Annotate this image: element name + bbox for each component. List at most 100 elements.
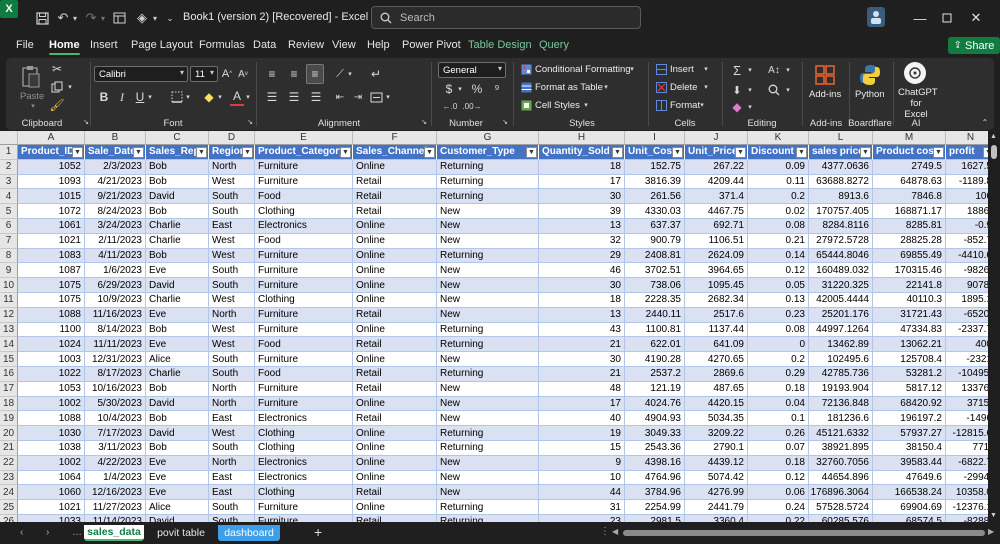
table-cell[interactable]: 1021 <box>18 500 85 515</box>
clipboard-launcher-icon[interactable]: ↘ <box>82 117 90 127</box>
table-cell[interactable]: 48 <box>539 381 625 397</box>
table-cell[interactable]: New <box>437 219 539 234</box>
vertical-scroll-thumb[interactable] <box>991 145 997 159</box>
sheet-tab-povit-table[interactable]: povit table <box>150 525 212 541</box>
delete-cells-button[interactable]: Delete <box>670 82 697 93</box>
tab-power-pivot[interactable]: Power Pivot <box>402 39 461 51</box>
table-cell[interactable]: North <box>209 307 255 323</box>
column-header-c[interactable]: C <box>146 131 209 145</box>
table-cell[interactable]: 31721.43 <box>873 307 946 323</box>
avatar[interactable] <box>867 7 885 27</box>
column-header-n[interactable]: N <box>946 131 988 145</box>
table-cell[interactable]: South <box>209 278 255 293</box>
table-cell[interactable]: 196197.2 <box>873 411 946 427</box>
table-cell[interactable]: 7846.8 <box>873 189 946 205</box>
redo-icon[interactable]: ↷ <box>84 8 98 28</box>
table-cell[interactable]: 2543.36 <box>625 441 685 456</box>
insert-dropdown-icon[interactable]: ▾ <box>702 63 710 75</box>
table-cell[interactable]: -10495. <box>946 367 988 382</box>
table-cell[interactable]: 18 <box>539 293 625 308</box>
table-cell[interactable]: 1083 <box>18 248 85 264</box>
table-cell[interactable]: Furniture <box>255 381 353 397</box>
tab-insert[interactable]: Insert <box>90 39 118 51</box>
table-cell[interactable]: Bob <box>146 204 209 219</box>
table-cell[interactable]: 2790.1 <box>685 441 748 456</box>
table-cell[interactable]: 3049.33 <box>625 426 685 441</box>
table-cell[interactable]: Online <box>353 263 437 279</box>
table-cell[interactable]: -2337.7 <box>946 322 988 338</box>
table-cell[interactable]: North <box>209 381 255 397</box>
table-cell[interactable]: 10 <box>539 470 625 486</box>
row-header[interactable]: 19 <box>0 411 18 427</box>
table-cell[interactable]: Retail <box>353 204 437 219</box>
table-cell[interactable]: 15 <box>539 441 625 456</box>
table-cell[interactable]: 2869.6 <box>685 367 748 382</box>
table-header-cell[interactable]: Product cost ▼ <box>873 145 946 160</box>
table-cell[interactable]: 8913.6 <box>809 189 873 205</box>
form-icon[interactable] <box>112 8 126 28</box>
column-header-e[interactable]: E <box>255 131 353 145</box>
vertical-scrollbar[interactable] <box>988 131 1000 522</box>
table-cell[interactable]: Eve <box>146 307 209 323</box>
table-cell[interactable]: 1093 <box>18 174 85 190</box>
table-cell[interactable]: Retail <box>353 337 437 353</box>
table-cell[interactable]: 19193.904 <box>809 381 873 397</box>
table-cell[interactable]: New <box>437 396 539 412</box>
table-cell[interactable]: Online <box>353 322 437 338</box>
table-cell[interactable]: Retail <box>353 307 437 323</box>
table-header-cell[interactable]: Sales_Channel ▼ <box>353 145 437 160</box>
table-cell[interactable]: 5/30/2023 <box>85 396 146 412</box>
increase-indent-icon[interactable]: ⇥ <box>350 89 366 105</box>
table-cell[interactable]: 8285.81 <box>873 219 946 234</box>
table-cell[interactable]: 32 <box>539 233 625 249</box>
table-cell[interactable]: Online <box>353 441 437 456</box>
table-cell[interactable]: Returning <box>437 189 539 205</box>
table-header-cell[interactable]: Customer_Type ▼ <box>437 145 539 160</box>
fill-color-icon[interactable]: ◆ <box>202 89 216 105</box>
table-cell[interactable]: Alice <box>146 352 209 367</box>
table-cell[interactable]: 11/14/2023 <box>85 515 146 522</box>
currency-dropdown-icon[interactable]: ▾ <box>456 82 464 96</box>
table-cell[interactable]: Furniture <box>255 500 353 515</box>
table-cell[interactable]: 9078. <box>946 278 988 293</box>
table-cell[interactable]: 4467.75 <box>685 204 748 219</box>
table-cell[interactable]: 1024 <box>18 337 85 353</box>
table-cell[interactable]: 0.18 <box>748 381 809 397</box>
filter-dropdown-icon[interactable]: ▼ <box>242 147 253 158</box>
table-cell[interactable]: Charlie <box>146 233 209 249</box>
row-header[interactable]: 24 <box>0 485 18 501</box>
table-header-cell[interactable]: Product_ID ▼ <box>18 145 85 160</box>
table-cell[interactable]: 40 <box>539 411 625 427</box>
table-cell[interactable]: Charlie <box>146 367 209 382</box>
table-cell[interactable]: 1895.1 <box>946 293 988 308</box>
format-dropdown-icon[interactable]: ▾ <box>698 99 706 111</box>
row-header[interactable]: 10 <box>0 278 18 293</box>
table-cell[interactable]: Online <box>353 278 437 293</box>
collapse-ribbon-icon[interactable]: ⌃ <box>980 117 990 127</box>
table-cell[interactable]: Furniture <box>255 322 353 338</box>
sort-dropdown-icon[interactable]: ▾ <box>784 62 792 78</box>
table-cell[interactable]: 125708.4 <box>873 352 946 367</box>
table-cell[interactable]: 25201.176 <box>809 307 873 323</box>
row-header[interactable]: 13 <box>0 322 18 338</box>
table-cell[interactable]: 1/6/2023 <box>85 263 146 279</box>
align-left-icon[interactable]: ☰ <box>264 89 280 105</box>
minimize-icon[interactable]: — <box>910 8 930 28</box>
table-cell[interactable]: 46 <box>539 263 625 279</box>
table-cell[interactable]: 267.22 <box>685 159 748 175</box>
table-cell[interactable]: 0.1 <box>748 411 809 427</box>
table-cell[interactable]: 1002 <box>18 455 85 471</box>
table-cell[interactable]: New <box>437 204 539 219</box>
fill-dropdown-icon[interactable]: ▾ <box>746 82 754 98</box>
table-cell[interactable]: 1137.44 <box>685 322 748 338</box>
copy-icon[interactable] <box>50 80 64 94</box>
table-cell[interactable]: East <box>209 470 255 486</box>
table-cell[interactable]: 1003 <box>18 352 85 367</box>
restore-icon[interactable] <box>937 8 957 28</box>
table-cell[interactable]: 31220.325 <box>809 278 873 293</box>
table-header-cell[interactable]: sales price ▼ <box>809 145 873 160</box>
table-cell[interactable]: East <box>209 219 255 234</box>
tab-query[interactable]: Query <box>539 39 569 51</box>
table-cell[interactable]: 160489.032 <box>809 263 873 279</box>
table-cell[interactable]: Eve <box>146 455 209 471</box>
